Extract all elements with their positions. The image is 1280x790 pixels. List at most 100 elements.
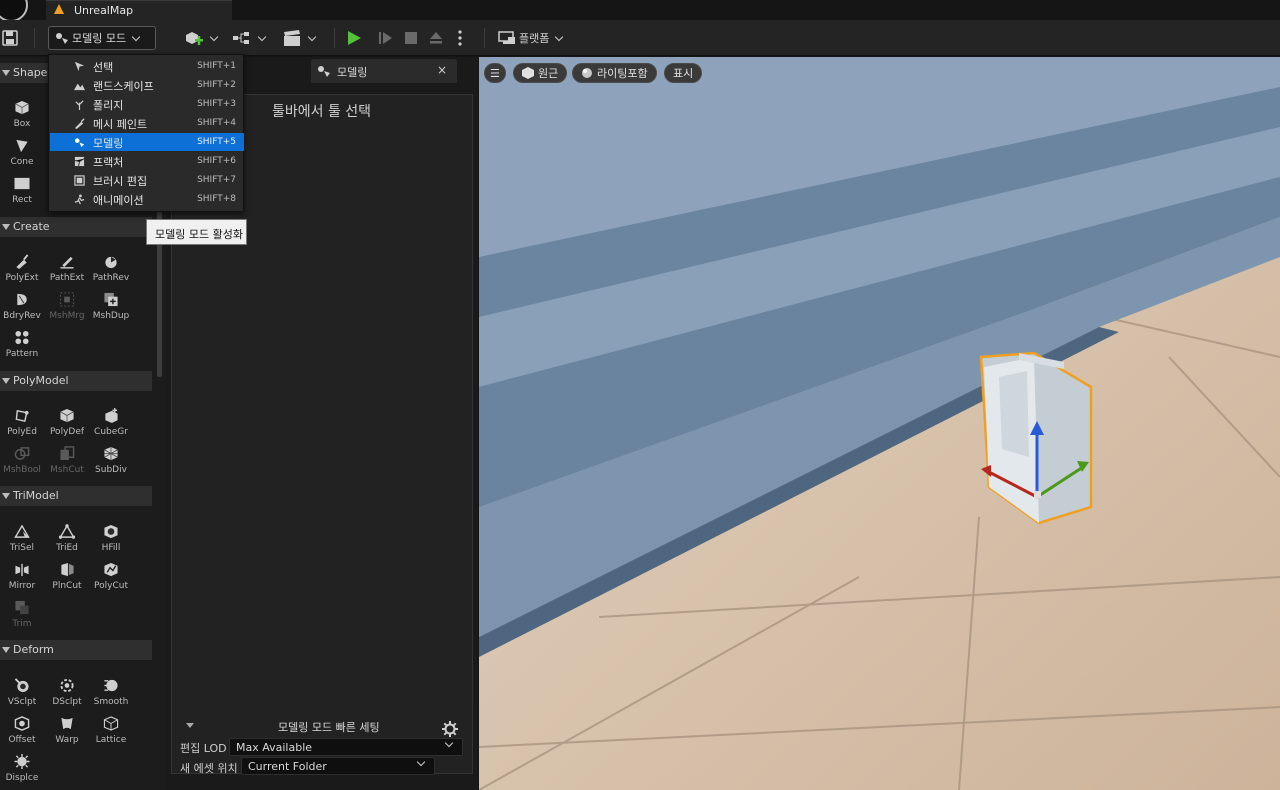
asset-location-dropdown[interactable]: Current Folder: [241, 757, 435, 775]
tool-hfill[interactable]: HFill: [89, 521, 133, 557]
pattern-icon: [15, 330, 29, 345]
unreal-logo-icon[interactable]: [0, 0, 28, 22]
tooltip: 모델링 모드 활성화: [146, 219, 247, 245]
tool-cone[interactable]: Cone: [0, 135, 44, 171]
level-viewport[interactable]: ☰ 원근 라이팅포함 표시: [479, 57, 1280, 790]
quick-settings-header[interactable]: 모델링 모드 빠른 세팅: [172, 717, 472, 735]
tool-label: MshDup: [92, 311, 130, 321]
menu-item-modeling[interactable]: 모델링 SHIFT+5: [50, 133, 244, 151]
tool-vsclpt[interactable]: VSclpt: [0, 675, 44, 711]
tool-mshbool[interactable]: MshBool: [0, 443, 44, 479]
tool-bdryrev[interactable]: BdryRev: [0, 289, 44, 325]
lod-dropdown[interactable]: Max Available: [229, 738, 463, 756]
category-deform[interactable]: Deform: [0, 640, 152, 660]
menu-item-shortcut: SHIFT+5: [197, 137, 236, 147]
perspective-button[interactable]: 원근: [513, 63, 568, 83]
menu-item-label: 브러시 편집: [93, 175, 148, 188]
dynamic-sculpt-icon: [60, 678, 74, 693]
chevron-down-icon: [307, 32, 317, 41]
tool-subdiv[interactable]: SubDiv: [89, 443, 133, 479]
save-button[interactable]: [2, 26, 20, 50]
tool-displce[interactable]: Displce: [0, 751, 44, 787]
collapse-arrow-icon: [2, 378, 10, 384]
tool-cubegr[interactable]: CubeGr: [89, 405, 133, 441]
menu-item-animation[interactable]: 애니메이션 SHIFT+8: [50, 190, 244, 208]
tool-offset[interactable]: Offset: [0, 713, 44, 749]
fracture-icon: [74, 156, 85, 167]
tool-mshcut[interactable]: MshCut: [45, 443, 89, 479]
stop-icon: [405, 32, 417, 44]
tab-modeling[interactable]: 모델링 ×: [311, 59, 457, 83]
tool-label: CubeGr: [94, 427, 128, 437]
tool-polyext[interactable]: PolyExt: [0, 251, 44, 287]
gear-icon[interactable]: [442, 721, 458, 737]
menu-item-brush-edit[interactable]: 브러시 편집 SHIFT+7: [50, 171, 244, 189]
hamburger-menu-icon: ☰: [490, 66, 500, 80]
lod-label: 편집 LOD: [180, 742, 227, 755]
mode-selector-button[interactable]: 모델링 모드: [48, 26, 156, 50]
blueprints-button[interactable]: [232, 26, 267, 50]
viewport-options-button[interactable]: ☰: [484, 63, 506, 83]
stop-button[interactable]: [404, 26, 418, 50]
play-options-button[interactable]: [456, 26, 464, 50]
tool-smooth[interactable]: Smooth: [89, 675, 133, 711]
tool-label: Box: [13, 119, 31, 129]
eject-button[interactable]: [428, 26, 444, 50]
show-button[interactable]: 표시: [664, 63, 703, 83]
menu-item-shortcut: SHIFT+6: [197, 156, 236, 166]
menu-item-fracture[interactable]: 프랙처 SHIFT+6: [50, 152, 244, 170]
tool-lattice[interactable]: Lattice: [89, 713, 133, 749]
tool-polycut[interactable]: PolyCut: [89, 559, 133, 595]
add-content-button[interactable]: [184, 26, 219, 50]
play-icon: [348, 31, 361, 45]
close-icon[interactable]: ×: [437, 63, 447, 77]
tool-mirror[interactable]: Mirror: [0, 559, 44, 595]
play-button[interactable]: [348, 26, 361, 50]
clapperboard-icon: [284, 30, 300, 46]
tool-trisel[interactable]: TriSel: [0, 521, 44, 557]
tool-warp[interactable]: Warp: [45, 713, 89, 749]
category-create[interactable]: Create: [0, 217, 152, 237]
cinematics-button[interactable]: [282, 26, 317, 50]
tool-tried[interactable]: TriEd: [45, 521, 89, 557]
tool-label: Smooth: [93, 697, 129, 707]
category-polymodel[interactable]: PolyModel: [0, 371, 152, 391]
chevron-down-icon: [444, 738, 454, 748]
menu-item-foliage[interactable]: 폴리지 SHIFT+3: [50, 95, 244, 113]
menu-item-shortcut: SHIFT+1: [197, 61, 236, 71]
menu-item-landscape[interactable]: 랜드스케이프 SHIFT+2: [50, 76, 244, 94]
extrude-polygon-icon: [16, 254, 29, 269]
tool-box[interactable]: Box: [0, 97, 44, 133]
box-icon: [15, 100, 29, 115]
tool-trim[interactable]: Trim: [0, 597, 44, 633]
smooth-icon: [104, 679, 118, 692]
tool-plncut[interactable]: PlnCut: [45, 559, 89, 595]
menu-item-select[interactable]: 선택 SHIFT+1: [50, 57, 244, 75]
tool-label: Displce: [5, 773, 39, 783]
tool-label: PathRev: [92, 273, 130, 283]
modeling-icon: [56, 33, 68, 44]
menu-item-shortcut: SHIFT+7: [197, 175, 236, 185]
tool-mshdup[interactable]: MshDup: [89, 289, 133, 325]
asset-location-value: Current Folder: [248, 760, 327, 773]
tool-polyed[interactable]: PolyEd: [0, 405, 44, 441]
polygon-deform-icon: [60, 408, 74, 423]
map-tab[interactable]: UnrealMap: [46, 0, 232, 20]
tool-mshmrg[interactable]: MshMrg: [45, 289, 89, 325]
tool-label: PolyCut: [94, 581, 128, 591]
lighting-label: 라이팅포함: [597, 67, 648, 80]
view-mode-button[interactable]: 라이팅포함: [572, 63, 657, 83]
tool-pathrev[interactable]: PathRev: [89, 251, 133, 287]
cone-icon: [16, 139, 28, 153]
tool-rect[interactable]: Rect: [0, 173, 44, 209]
tool-pathext[interactable]: PathExt: [45, 251, 89, 287]
select-icon: [74, 61, 85, 72]
platforms-button[interactable]: 플랫폼: [498, 26, 564, 50]
tool-polydef[interactable]: PolyDef: [45, 405, 89, 441]
menu-item-mesh-paint[interactable]: 메시 페인트 SHIFT+4: [50, 114, 244, 132]
tool-dsclpt[interactable]: DSclpt: [45, 675, 89, 711]
tool-pattern[interactable]: Pattern: [0, 327, 44, 363]
modeling-icon: [318, 66, 330, 77]
advance-frame-button[interactable]: [378, 26, 394, 50]
category-trimodel[interactable]: TriModel: [0, 486, 152, 506]
